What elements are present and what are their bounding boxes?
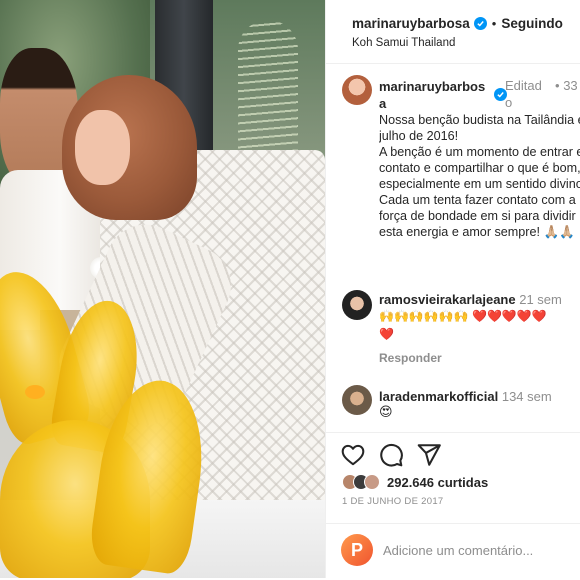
- header-row: marinaruybarbosa • Seguindo: [352, 16, 580, 31]
- send-icon[interactable]: [416, 442, 442, 468]
- caption-time: • 33 sem: [555, 77, 580, 94]
- comment-icon[interactable]: [378, 442, 404, 468]
- post-actions: 292.646 curtidas 1 DE JUNHO DE 2017 P: [326, 432, 580, 578]
- caption-time-separator: •: [555, 78, 560, 93]
- caption-line: Cada um tenta fazer contato com a: [379, 193, 576, 207]
- comment-header: laradenmarkofficial 134 sem: [379, 389, 552, 404]
- comment-line: ❤️: [379, 327, 394, 341]
- caption-line: contato e compartilhar o que é bom,: [379, 161, 580, 175]
- post-date: 1 DE JUNHO DE 2017: [342, 496, 444, 507]
- comment-line: 🙌🙌🙌🙌🙌🙌 ❤️❤️❤️❤️❤️: [379, 307, 580, 325]
- photo-bride-face: [75, 110, 130, 185]
- caption-line: especialmente em um sentido divino.: [379, 177, 580, 191]
- post-header: marinaruybarbosa • Seguindo Koh Samui Th…: [326, 0, 580, 64]
- caption-line: julho de 2016!: [379, 129, 459, 143]
- comments-section[interactable]: marinaruybarbos a Editad o • 33 sem Noss…: [326, 64, 580, 432]
- reply-button[interactable]: Responder: [379, 351, 442, 365]
- caption-username-line: marinaruybarbos: [379, 79, 486, 94]
- caption-line: esta energia e amor sempre! 🙏🏼🙏🏼: [379, 225, 575, 239]
- hearts-emoji: ❤️❤️❤️❤️❤️: [472, 309, 547, 323]
- post-photo[interactable]: [0, 0, 325, 578]
- likes-count[interactable]: 292.646 curtidas: [387, 475, 488, 490]
- author-avatar[interactable]: [342, 75, 372, 105]
- caption-line: A benção é um momento de entrar em: [379, 145, 580, 159]
- commenter-avatar[interactable]: [342, 290, 372, 320]
- clapping-hands-emoji: 🙌🙌🙌🙌🙌🙌: [379, 309, 469, 323]
- liker-avatar: [364, 474, 380, 490]
- comment-input[interactable]: [383, 538, 573, 562]
- header-username[interactable]: marinaruybarbosa: [352, 16, 470, 31]
- caption-username-line: a: [379, 96, 387, 111]
- likes-summary[interactable]: 292.646 curtidas: [342, 474, 488, 490]
- following-button[interactable]: Seguindo: [501, 16, 563, 31]
- caption-text: Nossa benção budista na Tailândia em jul…: [379, 112, 580, 240]
- location-link[interactable]: Koh Samui Thailand: [352, 37, 580, 49]
- comment-header: ramosvieirakarlajeane 21 sem: [379, 292, 562, 307]
- comment-time: 21 sem: [519, 292, 562, 307]
- photo-candle-flame: [25, 385, 45, 399]
- comment-time: 134 sem: [501, 389, 552, 404]
- commenter-avatar[interactable]: [342, 385, 372, 415]
- edited-label: Editad o: [505, 78, 542, 110]
- user-avatar-logo[interactable]: P: [341, 534, 373, 566]
- comment-username[interactable]: laradenmarkofficial: [379, 389, 498, 404]
- caption-username[interactable]: marinaruybarbos a: [379, 78, 489, 112]
- comment-text: 😍: [379, 404, 393, 419]
- comment-username[interactable]: ramosvieirakarlajeane: [379, 292, 516, 307]
- heart-icon[interactable]: [340, 442, 366, 468]
- header-separator: •: [491, 16, 497, 31]
- caption-line: Nossa benção budista na Tailândia em: [379, 113, 580, 127]
- post-side-panel: marinaruybarbosa • Seguindo Koh Samui Th…: [325, 0, 580, 578]
- verified-badge-icon: [473, 17, 487, 30]
- comment-text: 🙌🙌🙌🙌🙌🙌 ❤️❤️❤️❤️❤️ ❤️: [379, 307, 580, 343]
- caption-line: força de bondade em si para dividir: [379, 209, 576, 223]
- comment-bar: P: [326, 523, 580, 579]
- caption-time-value: 33 sem: [563, 78, 580, 93]
